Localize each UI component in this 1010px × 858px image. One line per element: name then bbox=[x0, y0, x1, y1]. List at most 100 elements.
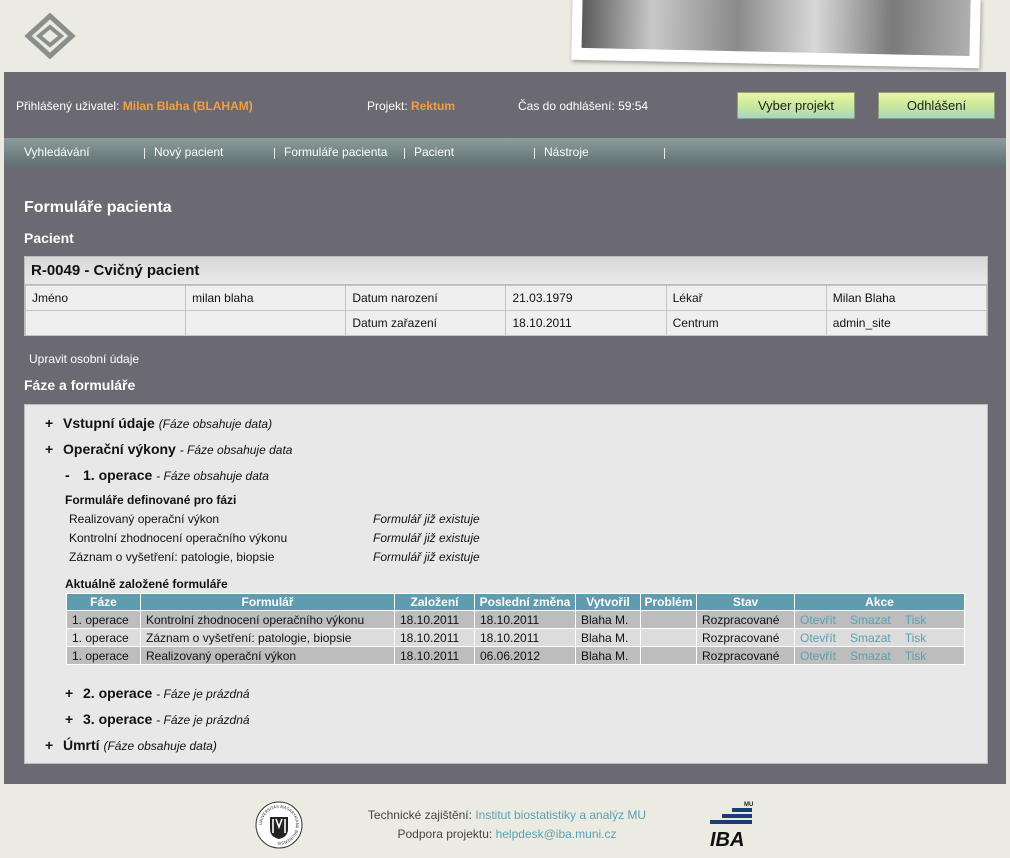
helpdesk-email-link[interactable]: helpdesk@iba.muni.cz bbox=[496, 827, 617, 841]
open-link[interactable]: Otevřít bbox=[800, 613, 836, 627]
expand-toggle[interactable]: + bbox=[45, 415, 63, 431]
col-state[interactable]: Stav bbox=[696, 593, 795, 611]
col-last-change[interactable]: Poslední změna bbox=[474, 593, 576, 611]
expand-toggle[interactable]: + bbox=[65, 711, 83, 727]
delete-link[interactable]: Smazat bbox=[850, 649, 891, 663]
main-nav: Vyhledávání Nový pacient Formuláře pacie… bbox=[4, 138, 1006, 167]
delete-link[interactable]: Smazat bbox=[850, 631, 891, 645]
nav-separator bbox=[534, 148, 535, 159]
phase-name[interactable]: 3. operace bbox=[83, 711, 152, 727]
cell-state: Rozpracované bbox=[696, 610, 795, 629]
cell-last-change: 18.10.2011 bbox=[474, 628, 576, 647]
open-link[interactable]: Otevřít bbox=[800, 631, 836, 645]
delete-link[interactable]: Smazat bbox=[850, 613, 891, 627]
expand-toggle[interactable]: + bbox=[65, 685, 83, 701]
mu-seal-logo: UNIVERSITAS MASARYKIANA BRUNENSIS bbox=[255, 801, 303, 849]
project-support-line: Podpora projektu: helpdesk@iba.muni.cz bbox=[300, 827, 714, 841]
tech-label: Technické zajištění: bbox=[367, 808, 472, 822]
patient-cell: milan blaha bbox=[185, 285, 347, 311]
tech-support-line: Technické zajištění: Institut biostatist… bbox=[300, 808, 714, 822]
svg-text:IBA: IBA bbox=[710, 829, 744, 848]
defined-forms-title: Formuláře definované pro fázi bbox=[65, 493, 237, 507]
col-created[interactable]: Založení bbox=[394, 593, 475, 611]
iba-institute-link[interactable]: Institut biostatistiky a analýz MU bbox=[475, 808, 646, 822]
print-link[interactable]: Tisk bbox=[905, 631, 927, 645]
cell-phase: 1. operace bbox=[66, 610, 141, 629]
current-forms-title: Aktuálně založené formuláře bbox=[65, 577, 228, 591]
cell-form: Kontrolní zhodnocení operačního výkonu bbox=[140, 610, 395, 629]
patient-cell: Datum zařazení bbox=[345, 310, 507, 336]
phase-operations: + Operační výkony - Fáze obsahuje data bbox=[45, 441, 292, 457]
nav-separator bbox=[664, 148, 665, 159]
nav-patient[interactable]: Pacient bbox=[414, 138, 454, 167]
defined-form-name: Kontrolní zhodnocení operačního výkonu bbox=[69, 531, 288, 545]
cell-problem bbox=[640, 628, 697, 647]
col-form[interactable]: Formulář bbox=[140, 593, 395, 611]
collapse-toggle[interactable]: - bbox=[65, 467, 83, 483]
cell-phase: 1. operace bbox=[66, 628, 141, 647]
col-actions: Akce bbox=[794, 593, 965, 611]
phase-name[interactable]: 2. operace bbox=[83, 685, 152, 701]
expand-toggle[interactable]: + bbox=[45, 737, 63, 753]
nav-separator bbox=[404, 148, 405, 159]
phase-input-data: + Vstupní údaje (Fáze obsahuje data) bbox=[45, 415, 272, 431]
table-row: 1. operace Kontrolní zhodnocení operační… bbox=[66, 610, 965, 629]
patient-cell bbox=[185, 310, 347, 336]
col-created-by[interactable]: Vytvořil bbox=[575, 593, 641, 611]
print-link[interactable]: Tisk bbox=[905, 649, 927, 663]
patient-section-title: Pacient bbox=[24, 230, 74, 246]
patient-cell: Lékař bbox=[665, 285, 827, 311]
project-label: Projekt: bbox=[367, 99, 408, 113]
phase-death: + Úmrtí (Fáze obsahuje data) bbox=[45, 737, 217, 753]
col-phase[interactable]: Fáze bbox=[66, 593, 141, 611]
forms-table-header: Fáze Formulář Založení Poslední změna Vy… bbox=[66, 593, 965, 611]
cell-created-by: Blaha M. bbox=[575, 628, 641, 647]
col-problem[interactable]: Problém bbox=[640, 593, 697, 611]
phase-note: - Fáze obsahuje data bbox=[179, 443, 293, 457]
cell-created-by: Blaha M. bbox=[575, 646, 641, 665]
phase-operation-1: -1. operace - Fáze obsahuje data bbox=[65, 467, 269, 483]
phase-note: - Fáze je prázdná bbox=[156, 687, 250, 701]
session-timeout: Čas do odhlášení: 59:54 bbox=[518, 99, 648, 113]
patient-cell bbox=[24, 310, 187, 336]
nav-new-patient[interactable]: Nový pacient bbox=[154, 138, 223, 167]
defined-form-state: Formulář již existuje bbox=[373, 512, 480, 526]
phases-box: + Vstupní údaje (Fáze obsahuje data) + Ope… bbox=[24, 404, 988, 764]
select-project-button[interactable]: Vyber projekt bbox=[737, 92, 855, 119]
logout-button[interactable]: Odhlášení bbox=[878, 92, 995, 119]
patient-cell: Jméno bbox=[24, 285, 187, 311]
forms-table: Fáze Formulář Založení Poslední změna Vy… bbox=[66, 593, 965, 665]
cell-phase: 1. operace bbox=[66, 646, 141, 665]
open-link[interactable]: Otevřít bbox=[800, 649, 836, 663]
phase-name[interactable]: Operační výkony bbox=[63, 441, 176, 457]
cell-state: Rozpracované bbox=[696, 646, 795, 665]
expand-toggle[interactable]: + bbox=[45, 441, 63, 457]
phase-operation-3: +3. operace - Fáze je prázdná bbox=[65, 711, 250, 727]
patient-cell: 21.03.1979 bbox=[505, 285, 667, 311]
page-title: Formuláře pacienta bbox=[24, 199, 172, 216]
patient-info-box: R-0049 - Cvičný pacient Jméno milan blah… bbox=[24, 256, 988, 336]
nav-separator bbox=[274, 148, 275, 159]
cell-created: 18.10.2011 bbox=[394, 610, 475, 629]
phase-name[interactable]: Vstupní údaje bbox=[63, 415, 155, 431]
edit-personal-data-link[interactable]: Upravit osobní údaje bbox=[29, 352, 139, 366]
phase-name[interactable]: 1. operace bbox=[83, 467, 152, 483]
patient-info-row: Jméno milan blaha Datum narození 21.03.1… bbox=[24, 285, 988, 311]
timeout-label: Čas do odhlášení: bbox=[518, 99, 615, 113]
main-panel: Přihlášený uživatel: Milan Blaha (BLAHAM… bbox=[4, 72, 1006, 784]
nav-tools[interactable]: Nástroje bbox=[544, 138, 589, 167]
table-row: 1. operace Záznam o vyšetření: patologie… bbox=[66, 628, 965, 647]
cell-actions: Otevřít Smazat Tisk bbox=[794, 628, 965, 647]
nav-patient-forms[interactable]: Formuláře pacienta bbox=[284, 138, 387, 167]
cell-actions: Otevřít Smazat Tisk bbox=[794, 646, 965, 665]
header-photo bbox=[571, 0, 981, 69]
cell-created: 18.10.2011 bbox=[394, 628, 475, 647]
nav-search[interactable]: Vyhledávání bbox=[24, 138, 90, 167]
phase-operation-2: +2. operace - Fáze je prázdná bbox=[65, 685, 250, 701]
patient-info-row: Datum zařazení 18.10.2011 Centrum admin_… bbox=[24, 310, 988, 336]
phase-name[interactable]: Úmrtí bbox=[63, 737, 100, 753]
patient-title: R-0049 - Cvičný pacient bbox=[25, 257, 987, 285]
print-link[interactable]: Tisk bbox=[905, 613, 927, 627]
project-info: Projekt: Rektum bbox=[367, 99, 455, 113]
patient-cell: Milan Blaha bbox=[825, 285, 988, 311]
